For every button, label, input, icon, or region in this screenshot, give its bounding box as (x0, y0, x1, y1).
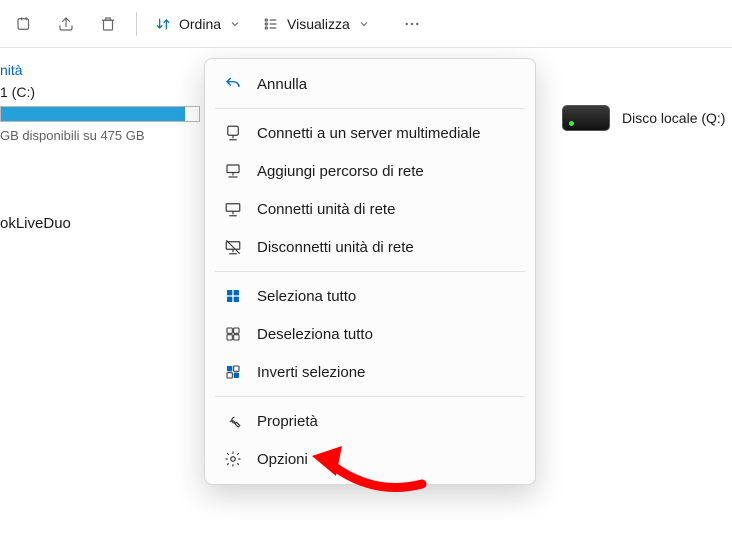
map-drive-icon (223, 199, 243, 219)
toolbar: Ordina Visualizza (0, 0, 732, 48)
menu-connect-media-label: Connetti a un server multimediale (257, 125, 480, 142)
invert-selection-icon (223, 362, 243, 382)
view-button[interactable]: Visualizza (253, 4, 380, 44)
menu-options-label: Opzioni (257, 451, 308, 468)
select-all-icon (223, 286, 243, 306)
menu-map-drive-label: Connetti unità di rete (257, 201, 395, 218)
sort-button[interactable]: Ordina (145, 4, 251, 44)
chevron-down-icon (229, 18, 241, 30)
menu-properties-label: Proprietà (257, 413, 318, 430)
menu-add-network-label: Aggiungi percorso di rete (257, 163, 424, 180)
add-network-icon (223, 161, 243, 181)
drive-c-usage-bar (0, 106, 200, 122)
menu-undo[interactable]: Annulla (205, 65, 535, 103)
menu-separator (215, 396, 525, 397)
drive-q[interactable]: Disco locale (Q:) (562, 105, 725, 131)
undo-icon (223, 74, 243, 94)
menu-select-all-label: Seleziona tutto (257, 288, 356, 305)
share-button[interactable] (46, 4, 86, 44)
menu-disconnect-network-drive[interactable]: Disconnetti unità di rete (205, 228, 535, 266)
drive-c-label: 1 (C:) (0, 84, 200, 100)
menu-properties[interactable]: Proprietà (205, 402, 535, 440)
gear-icon (223, 449, 243, 469)
menu-options[interactable]: Opzioni (205, 440, 535, 478)
toolbar-separator (136, 12, 137, 36)
menu-map-network-drive[interactable]: Connetti unità di rete (205, 190, 535, 228)
sort-label: Ordina (179, 16, 221, 32)
ellipsis-icon (403, 15, 421, 33)
menu-undo-label: Annulla (257, 76, 307, 93)
more-button[interactable] (392, 4, 432, 44)
drive-c-subtext: GB disponibili su 475 GB (0, 128, 200, 143)
chevron-down-icon (358, 18, 370, 30)
menu-add-network-path[interactable]: Aggiungi percorso di rete (205, 152, 535, 190)
deselect-all-icon (223, 324, 243, 344)
menu-deselect-all[interactable]: Deseleziona tutto (205, 315, 535, 353)
media-server-icon (223, 123, 243, 143)
menu-select-all[interactable]: Seleziona tutto (205, 277, 535, 315)
menu-connect-media-server[interactable]: Connetti a un server multimediale (205, 114, 535, 152)
menu-disconnect-drive-label: Disconnetti unità di rete (257, 239, 414, 256)
context-menu: Annulla Connetti a un server multimedial… (204, 58, 536, 485)
drive-q-label: Disco locale (Q:) (622, 110, 725, 126)
drive-c[interactable]: 1 (C:) GB disponibili su 475 GB (0, 84, 200, 143)
view-label: Visualizza (287, 16, 350, 32)
delete-button[interactable] (88, 4, 128, 44)
rename-button[interactable] (4, 4, 44, 44)
menu-deselect-all-label: Deseleziona tutto (257, 326, 373, 343)
drive-c-usage-fill (1, 107, 185, 121)
disk-icon (562, 105, 610, 131)
menu-separator (215, 271, 525, 272)
wrench-icon (223, 411, 243, 431)
menu-invert-selection[interactable]: Inverti selezione (205, 353, 535, 391)
disconnect-drive-icon (223, 237, 243, 257)
menu-invert-selection-label: Inverti selezione (257, 364, 365, 381)
menu-separator (215, 108, 525, 109)
